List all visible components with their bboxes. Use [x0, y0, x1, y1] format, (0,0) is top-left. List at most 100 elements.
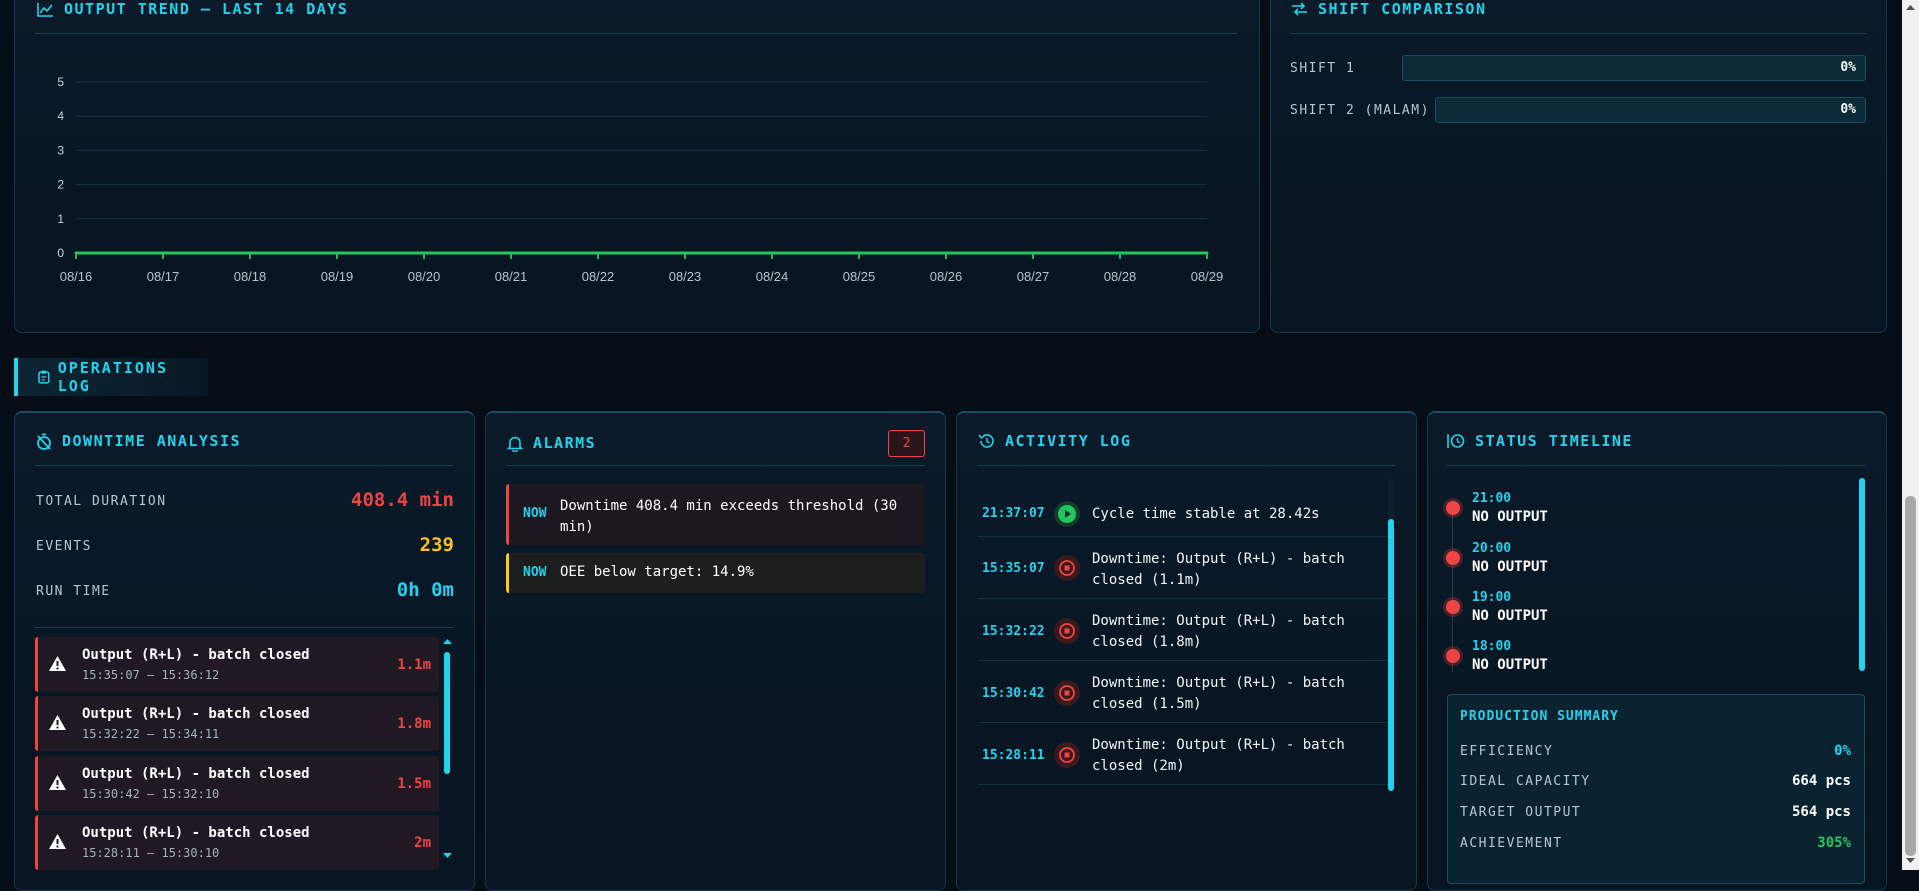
x-tick-label: 08/19 — [321, 269, 354, 284]
downtime-event-item[interactable]: Output (R+L) - batch closed 15:28:11 – 1… — [35, 815, 439, 870]
target-output-label: TARGET OUTPUT — [1460, 805, 1582, 820]
page-scroll-up-icon[interactable] — [1906, 4, 1915, 11]
production-summary-title: PRODUCTION SUMMARY — [1460, 709, 1619, 724]
output-trend-chart: 0 1 2 3 4 5 08/16 08/17 08/18 08/19 08/20 08/21 08/2… — [57, 75, 1223, 284]
achievement-label: ACHIEVEMENT — [1460, 836, 1563, 851]
downtime-event-range: 15:28:11 – 15:30:10 — [82, 846, 220, 860]
x-tick-label: 08/23 — [669, 269, 702, 284]
shift-comparison-divider — [1290, 33, 1866, 34]
x-tick-label: 08/21 — [495, 269, 528, 284]
stop-circle-icon — [1054, 555, 1080, 581]
activity-time: 15:30:42 — [982, 686, 1045, 701]
timeline-status: NO OUTPUT — [1472, 608, 1548, 624]
downtime-event-title: Output (R+L) - batch closed — [82, 647, 310, 663]
data-point — [161, 251, 165, 255]
x-tick-label: 08/18 — [234, 269, 267, 284]
activity-log-title: ACTIVITY LOG — [978, 432, 1131, 450]
output-trend-title-text: OUTPUT TREND — LAST 14 DAYS — [64, 0, 349, 18]
total-duration-label: TOTAL DURATION — [36, 494, 167, 509]
activity-row: 15:32:22 Downtime: Output (R+L) - batch … — [978, 599, 1394, 661]
stop-circle-icon — [1054, 680, 1080, 706]
downtime-event-item[interactable]: Output (R+L) - batch closed 15:35:07 – 1… — [35, 637, 439, 692]
timeline-line — [1452, 500, 1453, 672]
timeline-time: 18:00 — [1472, 639, 1512, 654]
downtime-scrollbar-thumb[interactable] — [444, 652, 450, 774]
efficiency-label: EFFICIENCY — [1460, 744, 1554, 759]
timeline-dot — [1446, 501, 1460, 515]
status-timeline-divider — [1447, 465, 1865, 466]
alarm-item-warning[interactable]: NOW OEE below target: 14.9% — [506, 553, 925, 593]
shift-2-label: SHIFT 2 (MALAM) — [1290, 103, 1430, 118]
data-point — [1031, 251, 1035, 255]
run-time-label: RUN TIME — [36, 584, 111, 599]
downtime-stats-divider — [35, 627, 453, 628]
alarm-message: OEE below target: 14.9% — [560, 564, 754, 580]
operations-log-header: OPERATIONS LOG — [14, 358, 208, 396]
history-icon — [978, 434, 994, 448]
downtime-title-divider — [35, 465, 453, 466]
y-tick-label: 4 — [57, 109, 64, 123]
page-scrollbar-thumb[interactable] — [1905, 496, 1916, 856]
downtime-event-item[interactable]: Output (R+L) - batch closed 15:30:42 – 1… — [35, 756, 439, 811]
activity-time: 15:28:11 — [982, 748, 1045, 763]
alarms-divider — [506, 465, 925, 466]
timeline-clock-icon — [1447, 434, 1465, 448]
line-chart-icon — [37, 2, 53, 17]
x-tick-label: 08/25 — [843, 269, 876, 284]
activity-row: 15:28:11 Downtime: Output (R+L) - batch … — [978, 723, 1394, 785]
shift-1-label: SHIFT 1 — [1290, 61, 1356, 76]
scroll-up-arrow-icon[interactable] — [443, 638, 452, 645]
x-tick-label: 08/26 — [930, 269, 963, 284]
activity-time: 21:37:07 — [982, 506, 1045, 521]
downtime-event-title: Output (R+L) - batch closed — [82, 706, 310, 722]
warning-icon — [49, 775, 66, 790]
timeline-dot — [1446, 551, 1460, 565]
alarms-count-badge: 2 — [888, 430, 925, 457]
status-timeline-title: STATUS TIMELINE — [1447, 432, 1633, 450]
timeline-scrollbar-thumb[interactable] — [1859, 478, 1865, 671]
y-tick-label: 5 — [57, 75, 64, 89]
downtime-scrollbar[interactable] — [443, 638, 452, 862]
efficiency-value: 0% — [1834, 743, 1851, 759]
alarm-message: Downtime 408.4 min exceeds threshold (30… — [560, 498, 898, 535]
shift-2-value: 0% — [1840, 102, 1856, 117]
warning-icon — [49, 656, 66, 671]
run-time-value: 0h 0m — [396, 579, 454, 601]
page-scroll-down-icon[interactable] — [1906, 857, 1915, 864]
ideal-capacity-value: 664 pcs — [1791, 773, 1851, 789]
shift-1-bar: 0% — [1402, 55, 1866, 81]
activity-scrollbar-track[interactable] — [1388, 479, 1394, 791]
downtime-event-item[interactable]: Output (R+L) - batch closed 15:32:22 – 1… — [35, 696, 439, 751]
alarms-panel — [485, 411, 946, 891]
activity-time: 15:32:22 — [982, 624, 1045, 639]
activity-row: 21:37:07 Cycle time stable at 28.42s — [978, 489, 1394, 537]
achievement-value: 305% — [1817, 835, 1851, 851]
events-value: 239 — [419, 534, 454, 556]
x-tick-label: 08/22 — [582, 269, 615, 284]
compare-arrows-icon — [1292, 2, 1307, 16]
shift-2-bar: 0% — [1435, 97, 1866, 123]
x-tick-label: 08/27 — [1017, 269, 1050, 284]
y-tick-label: 0 — [57, 246, 64, 260]
shift-1-value: 0% — [1840, 60, 1856, 75]
downtime-event-range: 15:32:22 – 15:34:11 — [82, 727, 220, 741]
downtime-event-range: 15:30:42 – 15:32:10 — [82, 787, 220, 801]
data-point — [683, 251, 687, 255]
activity-text: Cycle time stable at 28.42s — [1092, 506, 1320, 522]
downtime-event-range: 15:35:07 – 15:36:12 — [82, 668, 220, 682]
timeline-dot — [1446, 600, 1460, 614]
alarms-title: ALARMS — [507, 434, 596, 452]
downtime-event-duration: 1.5m — [397, 776, 431, 792]
alarms-title-text: ALARMS — [533, 434, 597, 452]
clipboard-icon — [38, 370, 50, 384]
activity-scrollbar-thumb[interactable] — [1388, 519, 1394, 791]
activity-text: Downtime: Output (R+L) - batch closed (2… — [1092, 737, 1345, 774]
alarm-item-critical[interactable]: NOW Downtime 408.4 min exceeds threshold… — [506, 484, 925, 545]
play-circle-icon — [1054, 501, 1080, 527]
downtime-event-title: Output (R+L) - batch closed — [82, 766, 310, 782]
alarms-count: 2 — [902, 436, 911, 451]
downtime-analysis-title-text: DOWNTIME ANALYSIS — [62, 432, 242, 450]
scroll-down-arrow-icon[interactable] — [443, 852, 452, 859]
page-scrollbar[interactable] — [1902, 0, 1919, 870]
activity-text: Downtime: Output (R+L) - batch closed (1… — [1092, 551, 1345, 588]
